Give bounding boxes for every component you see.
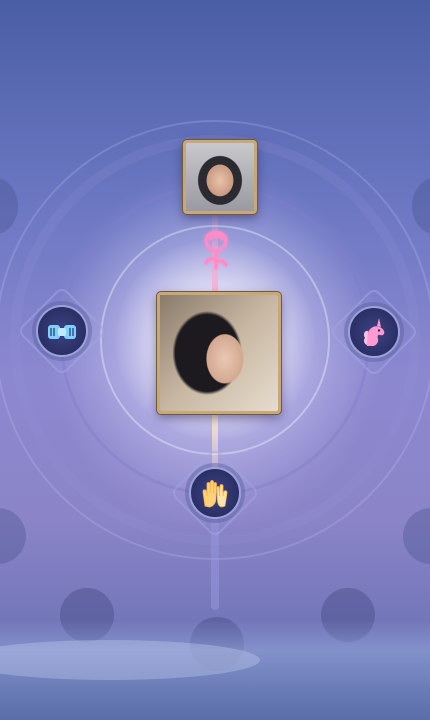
portrait-photo [160,295,278,411]
left-emblem[interactable] [36,305,88,357]
edge-slot-top-right[interactable] [412,178,430,234]
edge-slot-bottom-right[interactable] [403,508,430,564]
edge-slot-bottom-left[interactable] [0,508,26,564]
unicorn-icon [363,318,385,346]
right-emblem[interactable] [348,306,400,358]
center-portrait[interactable] [157,292,281,414]
rose-icon [204,231,228,270]
relationship-map [0,0,430,720]
portrait-photo [186,143,254,211]
fist-bump-icon [48,325,76,339]
clapping-hands-icon [202,480,228,508]
bottom-emblem[interactable] [189,467,241,519]
top-portrait[interactable] [183,140,257,214]
edge-slot-top-left[interactable] [0,178,18,234]
